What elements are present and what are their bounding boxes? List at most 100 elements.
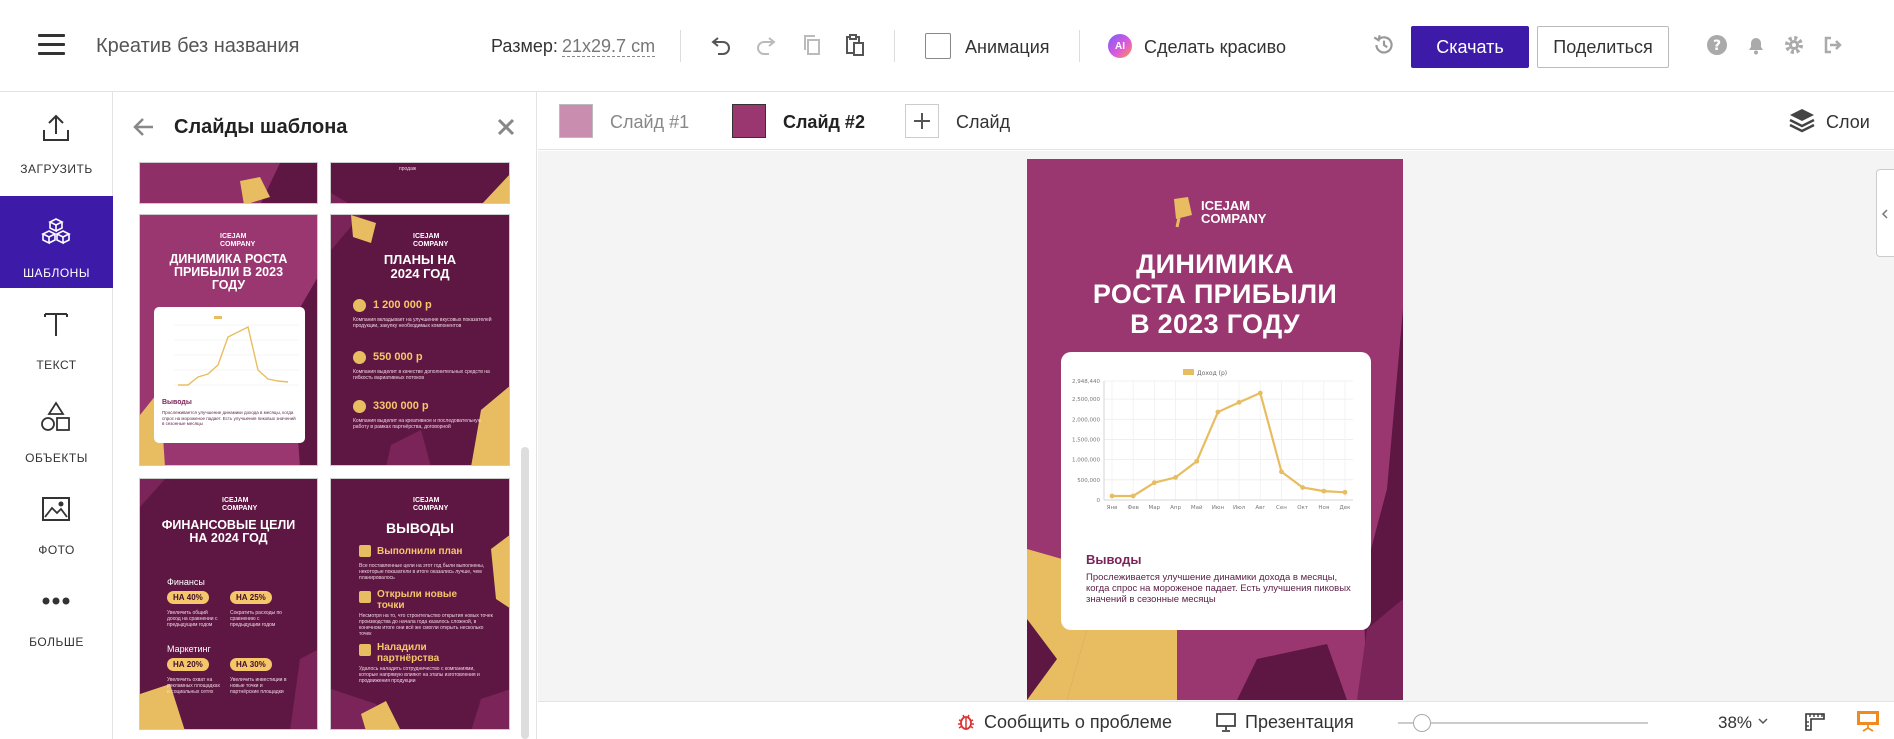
editor-canvas[interactable]: ICEJAM COMPANY ДИНИМИКА РОСТА ПРИБЫЛИ В … xyxy=(538,151,1894,701)
template-thumb-profit[interactable]: ICEJAM COMPANY ДИНИМИКА РОСТА ПРИБЫЛИ В … xyxy=(139,214,318,466)
beautify-button[interactable]: Сделать красиво xyxy=(1144,37,1286,58)
logout-icon[interactable] xyxy=(1818,30,1848,60)
thumb-logo: ICEJAM COMPANY xyxy=(222,497,258,512)
nav-label: ФОТО xyxy=(38,543,75,557)
ruler-icon[interactable] xyxy=(1804,712,1826,732)
x-tick-label: Апр xyxy=(1170,505,1181,511)
x-tick-label: Дек xyxy=(1339,505,1351,511)
nav-upload[interactable]: ЗАГРУЗИТЬ xyxy=(0,92,113,184)
size-unit: cm xyxy=(631,36,656,56)
menu-icon[interactable] xyxy=(38,34,65,56)
y-tick-label: 0 xyxy=(1097,498,1101,504)
thumb-title: ВЫВОДЫ xyxy=(386,520,454,536)
animation-label: Анимация xyxy=(965,37,1050,57)
collapse-handle[interactable] xyxy=(1876,169,1894,257)
template-thumb-plans[interactable]: ICEJAM COMPANY ПЛАНЫ НА 2024 ГОД 1 200 0… xyxy=(330,214,510,466)
history-icon[interactable] xyxy=(1369,30,1399,60)
checkbox-icon xyxy=(359,591,371,603)
slide-tab-label: Слайд #2 xyxy=(783,112,865,132)
data-point xyxy=(1130,493,1136,499)
data-point xyxy=(1215,409,1221,415)
data-point xyxy=(1321,488,1327,494)
data-point xyxy=(1342,489,1348,495)
y-tick-label: 2,948,440 xyxy=(1072,379,1100,385)
thumb-pill: НА 30% xyxy=(230,658,272,671)
animation-checkbox[interactable] xyxy=(925,33,951,59)
photo-icon xyxy=(38,491,74,527)
zoom-slider-track[interactable] xyxy=(1398,722,1648,724)
thumb-logo: ICEJAM COMPANY xyxy=(413,233,449,248)
close-icon[interactable] xyxy=(494,115,518,139)
toolbar-divider xyxy=(680,30,681,62)
thumb-text: Компания выделит в качестве дополнительн… xyxy=(353,369,490,381)
paste-icon[interactable] xyxy=(840,30,870,60)
shapes-icon xyxy=(38,399,74,435)
redo-icon[interactable] xyxy=(751,30,781,60)
toolbar-divider xyxy=(1079,30,1080,62)
fullscreen-presentation-icon[interactable] xyxy=(1856,710,1880,732)
size-selector[interactable]: 21x29.7 cm xyxy=(562,36,656,57)
undo-icon[interactable] xyxy=(706,30,736,60)
data-point xyxy=(1109,493,1115,499)
thumb-item-title: Выполнили план xyxy=(377,546,463,557)
share-button[interactable]: Поделиться xyxy=(1537,26,1669,68)
templates-icon xyxy=(38,214,74,250)
ai-icon[interactable]: AI xyxy=(1108,34,1132,58)
x-tick-label: Июл xyxy=(1233,505,1246,511)
revenue-line-chart[interactable]: Доход (р) 0 500,000 1,000,000 1,500,000 2,000… xyxy=(1061,352,1371,552)
presentation-icon xyxy=(1216,713,1236,732)
panel-scrollbar[interactable] xyxy=(521,447,529,739)
plus-icon xyxy=(353,400,366,413)
nav-templates[interactable]: ШАБЛОНЫ xyxy=(0,196,113,288)
y-tick-label: 1,000,000 xyxy=(1072,458,1100,464)
layers-icon xyxy=(1789,109,1815,133)
card-text: Прослеживается улучшение динамики дохода… xyxy=(1086,572,1351,605)
presentation-button[interactable]: Презентация xyxy=(1215,712,1354,732)
template-thumb[interactable]: продаж xyxy=(330,162,510,204)
settings-icon[interactable] xyxy=(1779,30,1809,60)
download-button[interactable]: Скачать xyxy=(1411,26,1529,68)
template-thumb[interactable] xyxy=(139,162,318,204)
chevron-left-icon xyxy=(1881,209,1888,219)
thumb-item-title: Открыли новые точки xyxy=(377,589,458,611)
template-thumb-goals[interactable]: ICEJAM COMPANY ФИНАНСОВЫЕ ЦЕЛИ НА 2024 Г… xyxy=(139,478,318,730)
thumb-section: Маркетинг xyxy=(167,644,211,654)
chart-card[interactable]: Доход (р) 0 500,000 1,000,000 1,500,000 2,000… xyxy=(1061,352,1371,630)
copy-icon[interactable] xyxy=(797,30,827,60)
thumb-text: Компания вкладывает на улучшение вкусовы… xyxy=(353,317,492,329)
y-tick-label: 2,500,000 xyxy=(1072,397,1100,403)
zoom-value[interactable]: 38% xyxy=(1718,713,1752,733)
panel-title: Слайды шаблона xyxy=(174,116,348,138)
report-problem-button[interactable]: Сообщить о проблеме xyxy=(956,712,1172,732)
slide-page[interactable]: ICEJAM COMPANY ДИНИМИКА РОСТА ПРИБЫЛИ В … xyxy=(1027,159,1403,700)
slide-title[interactable]: ДИНИМИКА РОСТА ПРИБЫЛИ В 2023 ГОДУ xyxy=(1027,249,1403,339)
thumb-text: Увеличить инвестиции в новые точки и пар… xyxy=(230,677,287,695)
data-point xyxy=(1151,480,1157,486)
bug-icon xyxy=(958,714,974,730)
nav-text[interactable]: ТЕКСТ xyxy=(0,288,113,380)
back-arrow-icon[interactable] xyxy=(131,114,157,140)
slide-title-line: ДИНИМИКА xyxy=(1136,249,1294,279)
nav-label: БОЛЬШЕ xyxy=(29,635,84,649)
layers-button[interactable]: Слои xyxy=(1788,106,1870,136)
x-tick-label: Фев xyxy=(1127,505,1138,511)
zoom-slider-knob[interactable] xyxy=(1413,714,1431,732)
nav-more[interactable]: БОЛЬШЕ xyxy=(0,565,113,657)
data-point xyxy=(1279,469,1284,475)
x-tick-label: Сен xyxy=(1276,505,1287,511)
thumb-text: Несмотря на то, что строительство открыт… xyxy=(359,613,493,637)
slide-tabs-bar: Слайд #1 Слайд #2 Слайд Слои xyxy=(538,92,1894,150)
slide-title-line: В 2023 ГОДУ xyxy=(1130,309,1300,339)
nav-objects[interactable]: ОБЪЕКТЫ xyxy=(0,381,113,473)
template-thumb-conclusions[interactable]: ICEJAM COMPANY ВЫВОДЫ Выполнили план Все… xyxy=(330,478,510,730)
chevron-down-icon[interactable] xyxy=(1756,714,1770,728)
nav-photo[interactable]: ФОТО xyxy=(0,473,113,565)
x-tick-label: Мар xyxy=(1149,505,1161,511)
plus-icon xyxy=(353,299,366,312)
notifications-icon[interactable] xyxy=(1741,30,1771,60)
ice-cream-logo-icon xyxy=(1174,197,1192,228)
help-icon[interactable]: ? xyxy=(1702,30,1732,60)
document-title[interactable]: Креатив без названия xyxy=(96,35,299,58)
layers-label: Слои xyxy=(1826,112,1870,132)
legend-swatch xyxy=(1183,369,1194,375)
